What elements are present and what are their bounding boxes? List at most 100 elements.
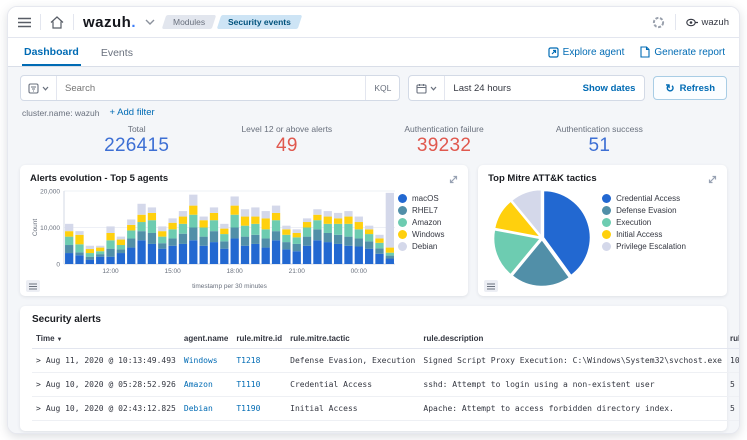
home-icon[interactable] [50, 16, 64, 29]
legend-item-amazon[interactable]: Amazon [398, 218, 444, 227]
bar-segment-rhel7[interactable] [158, 243, 166, 248]
bar-segment-macos[interactable] [137, 240, 145, 264]
bar-segment-amazon[interactable] [220, 234, 228, 241]
bar-segment-macos[interactable] [251, 244, 259, 264]
refresh-button[interactable]: ↻ Refresh [653, 76, 727, 100]
bar-segment-debian[interactable] [127, 219, 135, 224]
legend-item-privilege-escalation[interactable]: Privilege Escalation [602, 242, 686, 251]
bar-segment-rhel7[interactable] [86, 257, 94, 260]
bar-segment-rhel7[interactable] [179, 234, 187, 244]
bar-segment-amazon[interactable] [96, 251, 104, 254]
column-header-time[interactable]: Time▼ [32, 329, 180, 349]
bar-segment-debian[interactable] [344, 211, 352, 216]
expand-panel-icon[interactable] [448, 172, 459, 190]
expand-row-icon[interactable]: > [36, 404, 41, 413]
bar-segment-macos[interactable] [179, 244, 187, 264]
bar-segment-macos[interactable] [96, 257, 104, 264]
bar-segment-rhel7[interactable] [106, 249, 114, 257]
bar-segment-amazon[interactable] [282, 235, 290, 242]
breadcrumb-modules[interactable]: Modules [162, 15, 217, 29]
legend-item-macos[interactable]: macOS [398, 194, 444, 203]
bar-segment-amazon[interactable] [106, 240, 114, 248]
bar-segment-amazon[interactable] [231, 215, 239, 228]
bar-segment-amazon[interactable] [303, 228, 311, 237]
time-range-value[interactable]: Last 24 hours [445, 83, 573, 94]
show-dates-button[interactable]: Show dates [574, 83, 645, 94]
bar-segment-amazon[interactable] [127, 230, 135, 238]
bar-segment-rhel7[interactable] [251, 235, 259, 244]
bar-segment-windows[interactable] [189, 206, 197, 215]
bar-segment-macos[interactable] [148, 244, 156, 264]
expand-panel-icon[interactable] [707, 172, 718, 190]
column-header-rule-mitre-tactic[interactable]: rule.mitre.tactic [286, 329, 419, 349]
wazuh-logo[interactable]: wazuh. [83, 14, 136, 31]
bar-segment-macos[interactable] [158, 249, 166, 264]
bar-segment-windows[interactable] [96, 248, 104, 252]
tab-dashboard[interactable]: Dashboard [22, 39, 81, 66]
bar-segment-amazon[interactable] [355, 229, 363, 238]
bar-segment-windows[interactable] [386, 248, 394, 253]
bar-segment-rhel7[interactable] [231, 228, 239, 239]
saved-query-menu[interactable] [21, 76, 57, 100]
cell-rule-mitre-id[interactable]: T1110 [232, 373, 286, 397]
bar-segment-macos[interactable] [365, 249, 373, 264]
alerts-evolution-bar-chart[interactable]: 010,00020,00012:0015:0018:0021:0000:00ti… [30, 186, 398, 290]
bar-segment-debian[interactable] [106, 226, 114, 233]
bar-segment-amazon[interactable] [293, 237, 301, 244]
bar-segment-rhel7[interactable] [200, 237, 208, 246]
generate-report-button[interactable]: Generate report [640, 46, 725, 58]
bar-segment-macos[interactable] [375, 254, 383, 264]
bar-segment-windows[interactable] [231, 206, 239, 215]
chevron-down-icon[interactable] [145, 19, 155, 25]
bar-segment-macos[interactable] [65, 253, 73, 264]
bar-segment-macos[interactable] [86, 260, 94, 264]
bar-segment-rhel7[interactable] [303, 237, 311, 246]
bar-segment-windows[interactable] [355, 222, 363, 229]
bar-segment-rhel7[interactable] [168, 238, 176, 245]
bar-segment-rhel7[interactable] [96, 254, 104, 257]
bar-segment-rhel7[interactable] [127, 238, 135, 247]
bar-segment-debian[interactable] [117, 237, 125, 240]
bar-segment-amazon[interactable] [86, 253, 94, 257]
bar-segment-amazon[interactable] [200, 228, 208, 237]
bar-segment-rhel7[interactable] [75, 252, 83, 255]
bar-segment-rhel7[interactable] [293, 244, 301, 251]
bar-segment-macos[interactable] [189, 240, 197, 264]
column-header-rule-mitre-id[interactable]: rule.mitre.id [232, 329, 286, 349]
bar-segment-amazon[interactable] [324, 224, 332, 233]
column-header-rule-level[interactable]: rule.level [726, 329, 739, 349]
bar-segment-windows[interactable] [106, 233, 114, 240]
bar-segment-debian[interactable] [189, 195, 197, 206]
bar-segment-windows[interactable] [334, 218, 342, 223]
bar-segment-amazon[interactable] [365, 234, 373, 241]
bar-segment-macos[interactable] [262, 248, 270, 264]
bar-segment-windows[interactable] [241, 217, 249, 226]
bar-segment-rhel7[interactable] [220, 241, 228, 248]
bar-segment-macos[interactable] [272, 240, 280, 264]
bar-segment-debian[interactable] [168, 218, 176, 222]
bar-segment-rhel7[interactable] [241, 237, 249, 246]
bar-segment-windows[interactable] [282, 229, 290, 234]
bar-segment-macos[interactable] [231, 238, 239, 264]
bar-segment-rhel7[interactable] [65, 245, 73, 253]
bar-segment-macos[interactable] [324, 242, 332, 264]
filter-pill-cluster-name[interactable]: cluster.name: wazuh [22, 108, 99, 118]
bar-segment-debian[interactable] [365, 226, 373, 230]
panel-list-toggle-icon[interactable] [484, 280, 498, 292]
bar-segment-debian[interactable] [86, 246, 94, 249]
bar-segment-amazon[interactable] [179, 224, 187, 234]
mitre-tactics-pie-chart[interactable] [490, 186, 594, 290]
calendar-menu[interactable] [409, 76, 445, 100]
bar-segment-windows[interactable] [127, 225, 135, 230]
bar-segment-macos[interactable] [127, 248, 135, 264]
legend-item-execution[interactable]: Execution [602, 218, 686, 227]
bar-segment-amazon[interactable] [210, 220, 218, 231]
bar-segment-amazon[interactable] [386, 253, 394, 256]
bar-segment-windows[interactable] [344, 217, 352, 224]
bar-segment-windows[interactable] [158, 231, 166, 236]
panel-list-toggle-icon[interactable] [26, 280, 40, 292]
bar-segment-macos[interactable] [200, 246, 208, 264]
bar-segment-windows[interactable] [179, 217, 187, 224]
bar-segment-rhel7[interactable] [344, 237, 352, 246]
cell-rule-mitre-id[interactable]: T1190 [232, 397, 286, 421]
